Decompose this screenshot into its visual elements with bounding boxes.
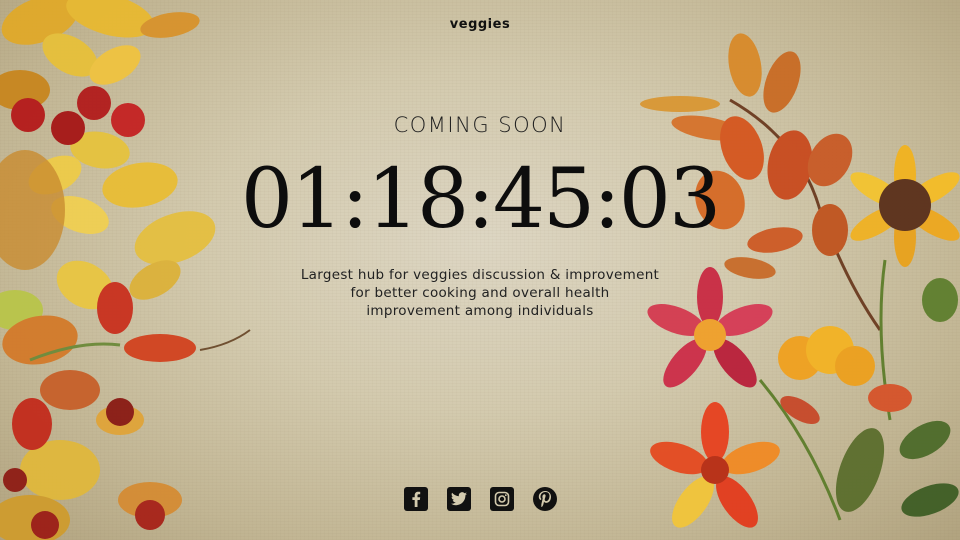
countdown-segment-3: 45 [492,152,595,247]
countdown-segment-1: 01 [240,152,343,247]
description-line: Largest hub for veggies discussion & imp… [300,267,660,283]
facebook-icon[interactable] [403,487,428,511]
countdown-separator: : [341,152,369,247]
description-line: improvement among individuals [366,303,594,319]
countdown-segment-4: 03 [618,152,721,247]
social-links [0,487,960,511]
twitter-icon[interactable] [446,487,471,511]
countdown-timer: 01:18:45:03 [0,150,960,250]
description-line: for better cooking and overall health [350,285,610,301]
coming-soon-heading: COMING SOON [393,113,567,137]
countdown-separator: : [593,152,621,247]
countdown-segment-2: 18 [366,152,469,247]
brand-logo-text[interactable]: veggies [0,17,960,32]
countdown-separator: : [467,152,495,247]
instagram-icon[interactable] [489,487,514,511]
description-text: Largest hub for veggies discussion & imp… [0,266,960,320]
pinterest-icon[interactable] [532,487,557,511]
